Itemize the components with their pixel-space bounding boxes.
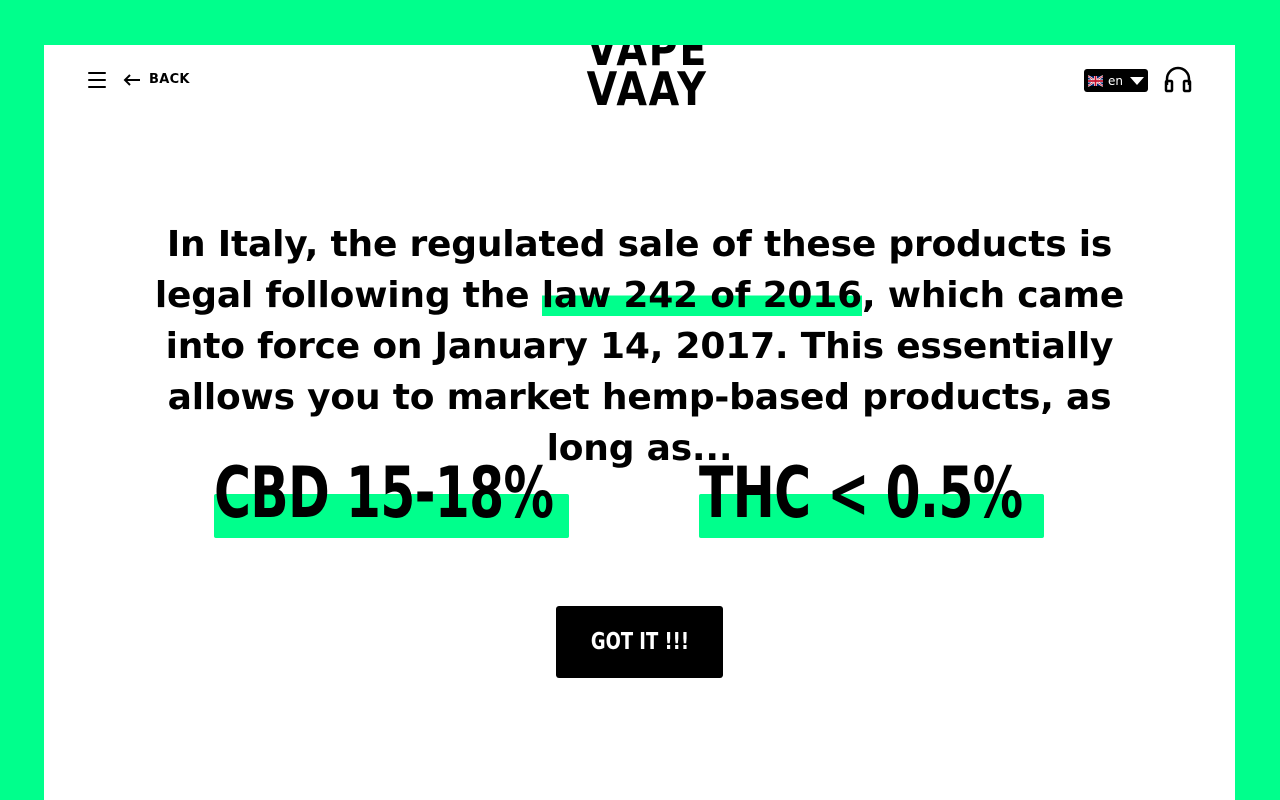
hamburger-menu-icon[interactable] [88,72,106,88]
thc-stat: THC < 0.5% [699,448,1044,538]
arrow-left-icon [123,73,140,86]
headphones-icon[interactable] [1164,65,1192,93]
got-it-label: GOT IT !!! [590,629,689,655]
legal-statement: In Italy, the regulated sale of these pr… [134,219,1145,474]
thc-stat-label: THC < 0.5% [699,452,1023,534]
language-select[interactable]: en [1084,69,1148,92]
got-it-button[interactable]: GOT IT !!! [556,606,723,678]
back-label: BACK [149,72,190,87]
cbd-stat: CBD 15-18% [214,448,569,538]
caret-down-icon [1130,76,1144,85]
language-code: en [1108,73,1123,88]
age-gate-panel: BACK VAPE VAAY en In Italy, the regulate… [44,45,1235,800]
law-link[interactable]: law 242 of 2016 [541,275,862,316]
logo-line-2: VAAY [586,62,708,116]
cbd-stat-label: CBD 15-18% [214,452,554,534]
stats: CBD 15-18% THC < 0.5% [44,448,1235,538]
uk-flag-icon [1088,74,1103,87]
logo[interactable]: VAPE VAAY [586,45,708,116]
back-button[interactable]: BACK [123,72,190,87]
